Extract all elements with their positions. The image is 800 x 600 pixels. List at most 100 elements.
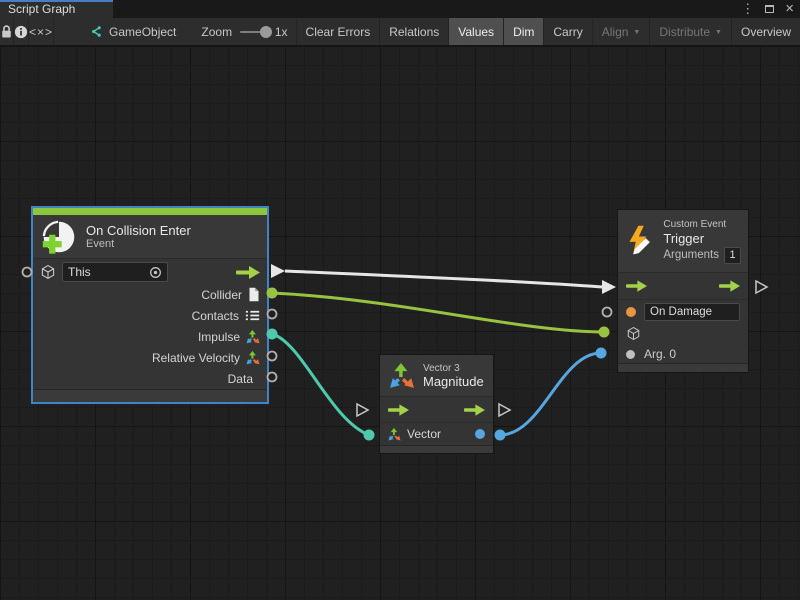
- wire-collider-target[interactable]: [272, 293, 604, 332]
- gameobject-cube-icon: [40, 264, 56, 280]
- collider-port[interactable]: [267, 288, 278, 299]
- carry-toggle[interactable]: Carry: [544, 18, 592, 46]
- dim-toggle[interactable]: Dim: [504, 18, 544, 46]
- impulse-port[interactable]: [267, 329, 278, 340]
- vector-input-port[interactable]: [364, 430, 375, 441]
- this-field-value: This: [68, 265, 91, 279]
- overview-button[interactable]: Overview: [732, 18, 800, 46]
- tab-title: Script Graph: [8, 2, 75, 16]
- document-icon: [248, 287, 260, 302]
- inspect-button[interactable]: [14, 18, 29, 46]
- wire-magnitude-arg0[interactable]: [500, 353, 601, 435]
- magnitude-output-port[interactable]: [495, 430, 506, 441]
- port-label: Data: [228, 372, 253, 386]
- this-input-port[interactable]: [23, 268, 32, 277]
- arg0-row[interactable]: Arg. 0: [618, 343, 748, 365]
- flow-out-arrow-icon[interactable]: [236, 266, 260, 279]
- node-footer: [618, 363, 748, 372]
- contacts-port[interactable]: [268, 310, 277, 319]
- collision-enter-icon: [41, 219, 77, 255]
- flow-in-arrow-icon[interactable]: [388, 404, 409, 416]
- dim-label: Dim: [513, 25, 534, 39]
- output-row-impulse[interactable]: Impulse: [33, 326, 267, 347]
- tab-strip: Script Graph ⋮ ×: [0, 0, 800, 18]
- output-row-collider[interactable]: Collider: [33, 284, 267, 305]
- vector3-icon: [246, 330, 260, 344]
- zoom-slider-handle[interactable]: [260, 26, 272, 38]
- chevron-down-icon: ▼: [715, 29, 722, 36]
- code-icon: <×>: [29, 25, 53, 39]
- flow-out-arrow-icon[interactable]: [464, 404, 485, 416]
- data-port[interactable]: [268, 373, 277, 382]
- wire-impulse-vector[interactable]: [272, 334, 369, 435]
- this-field[interactable]: This: [62, 262, 168, 282]
- event-name-field[interactable]: On Damage: [644, 303, 740, 321]
- string-port-dot[interactable]: [626, 307, 636, 317]
- flow-in-arrow-icon[interactable]: [626, 280, 647, 292]
- lock-button[interactable]: [0, 18, 14, 46]
- node-magnitude[interactable]: Vector 3 Magnitude Vector: [380, 355, 493, 453]
- float-output-port[interactable]: [475, 429, 485, 439]
- zoom-label: Zoom: [201, 25, 232, 39]
- zoom-slider[interactable]: [240, 31, 269, 33]
- target-port[interactable]: [599, 327, 610, 338]
- relations-label: Relations: [389, 25, 439, 39]
- carry-label: Carry: [553, 25, 582, 39]
- vector-input-label: Vector: [407, 427, 441, 441]
- output-row-relative-velocity[interactable]: Relative Velocity: [33, 347, 267, 368]
- node-subtitle: Event: [86, 238, 191, 250]
- trigger-flow-out-port[interactable]: [756, 281, 767, 293]
- preferences-button[interactable]: <×>: [29, 18, 54, 46]
- event-name-value: On Damage: [650, 306, 712, 318]
- output-row-contacts[interactable]: Contacts: [33, 305, 267, 326]
- node-header[interactable]: Custom Event Trigger Arguments 1: [618, 210, 748, 273]
- node-header[interactable]: On Collision Enter Event: [33, 215, 267, 259]
- maximize-icon[interactable]: [765, 5, 774, 13]
- magnitude-flow-out-port[interactable]: [499, 404, 510, 416]
- arg0-port[interactable]: [596, 348, 607, 359]
- node-trigger-custom-event[interactable]: Custom Event Trigger Arguments 1: [618, 210, 748, 372]
- node-title: Magnitude: [423, 374, 484, 389]
- gameobject-breadcrumb[interactable]: GameObject: [80, 18, 185, 46]
- tab-script-graph[interactable]: Script Graph: [0, 0, 113, 18]
- relations-button[interactable]: Relations: [380, 18, 449, 46]
- flow-out-port-triangle[interactable]: [271, 264, 285, 278]
- clear-errors-label: Clear Errors: [306, 25, 371, 39]
- output-row-data[interactable]: Data: [33, 368, 267, 389]
- distribute-dropdown[interactable]: Distribute ▼: [650, 18, 732, 46]
- port-label: Impulse: [198, 330, 240, 344]
- wire-flow[interactable]: [285, 271, 602, 287]
- target-row: [618, 323, 748, 343]
- distribute-label: Distribute: [659, 25, 710, 39]
- flow-out-arrow-icon[interactable]: [719, 280, 740, 292]
- list-icon: [245, 309, 260, 322]
- gameobject-cube-icon: [626, 326, 641, 341]
- vector-input-row[interactable]: Vector: [380, 423, 493, 445]
- values-toggle[interactable]: Values: [449, 18, 504, 46]
- arguments-count-field[interactable]: 1: [724, 247, 741, 264]
- magnitude-flow-in-port[interactable]: [357, 404, 368, 416]
- event-highlight-bar: [33, 208, 267, 215]
- arg0-label: Arg. 0: [644, 347, 676, 361]
- relative-velocity-port[interactable]: [268, 352, 277, 361]
- node-header[interactable]: Vector 3 Magnitude: [380, 355, 493, 397]
- zoom-value: 1x: [275, 25, 288, 39]
- custom-event-icon: [625, 224, 655, 258]
- node-title: Trigger: [663, 231, 741, 246]
- script-graph-window: Script Graph ⋮ × <×>: [0, 0, 800, 600]
- flow-row: [380, 397, 493, 423]
- event-name-port[interactable]: [603, 308, 612, 317]
- values-label: Values: [458, 25, 494, 39]
- port-label: Contacts: [192, 309, 239, 323]
- object-port-dot[interactable]: [626, 350, 635, 359]
- kebab-menu-icon[interactable]: ⋮: [741, 0, 754, 18]
- node-on-collision-enter[interactable]: On Collision Enter Event This: [33, 208, 267, 402]
- align-dropdown[interactable]: Align ▼: [593, 18, 651, 46]
- target-row: This: [33, 260, 267, 284]
- graph-canvas[interactable]: On Collision Enter Event This: [0, 46, 800, 600]
- node-supertitle: Vector 3: [423, 363, 484, 374]
- close-icon[interactable]: ×: [785, 0, 794, 18]
- vector3-icon: [389, 363, 415, 389]
- clear-errors-button[interactable]: Clear Errors: [296, 18, 381, 46]
- object-picker-icon[interactable]: [149, 266, 162, 279]
